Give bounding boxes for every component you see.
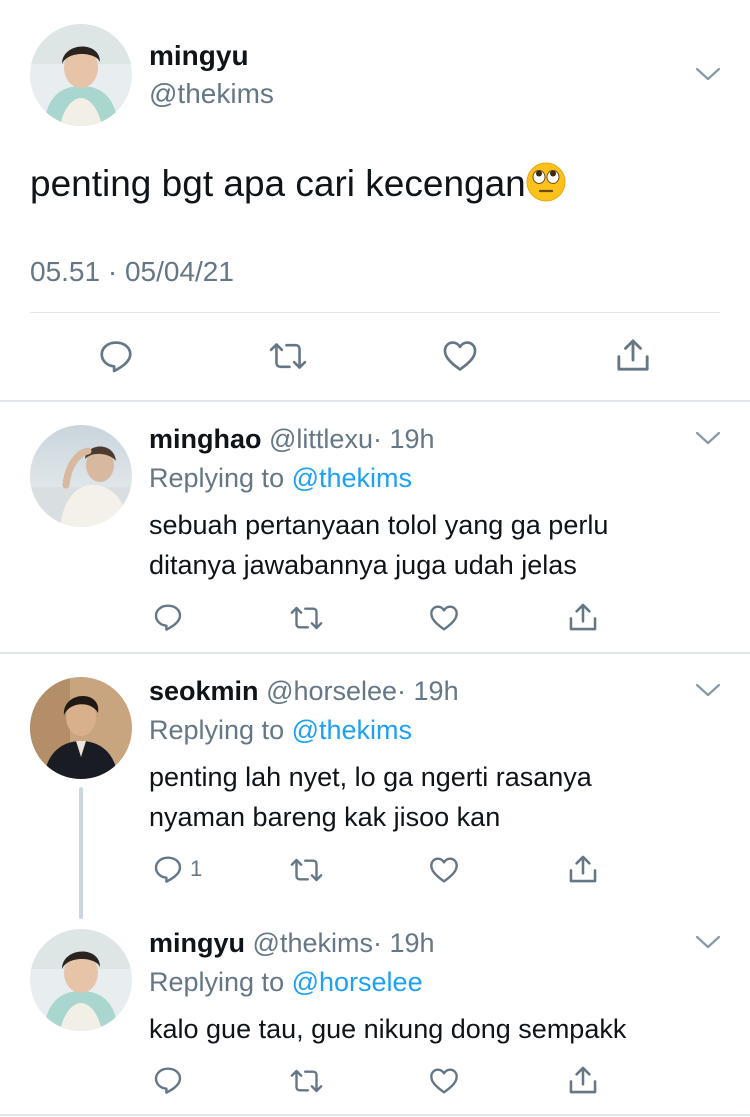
replying-to-label: Replying to bbox=[149, 463, 285, 493]
avatar[interactable] bbox=[30, 24, 132, 126]
replying-to: Replying to @thekims bbox=[149, 715, 412, 746]
tweet-text-body: penting bgt apa cari kecengan bbox=[30, 163, 526, 204]
retweet-icon bbox=[290, 1069, 323, 1093]
reply-icon bbox=[154, 1067, 182, 1094]
handle[interactable]: @littlexu bbox=[269, 424, 373, 454]
like-button[interactable] bbox=[428, 1065, 460, 1097]
handle[interactable]: @thekims bbox=[253, 928, 373, 958]
replying-to: Replying to @thekims bbox=[149, 463, 412, 494]
timestamp: · 19h bbox=[372, 424, 435, 454]
share-icon bbox=[617, 339, 649, 371]
divider bbox=[0, 1114, 750, 1116]
display-name[interactable]: minghao bbox=[149, 424, 262, 454]
share-icon bbox=[569, 855, 597, 883]
replying-to-link[interactable]: @horselee bbox=[292, 967, 423, 997]
reply-button[interactable] bbox=[97, 337, 135, 375]
tweet-text-line: penting lah nyet, lo ga ngerti rasanya bbox=[149, 762, 592, 792]
like-icon bbox=[430, 605, 458, 631]
share-button[interactable] bbox=[566, 1063, 600, 1097]
reply-icon bbox=[100, 341, 132, 373]
retweet-icon bbox=[290, 606, 323, 630]
thread-line bbox=[79, 787, 83, 919]
retweet-button[interactable] bbox=[268, 337, 308, 375]
tweet-text-line: sebuah pertanyaan tolol yang ga perlu bbox=[149, 510, 609, 540]
reply-icon bbox=[154, 604, 182, 631]
chevron-down-icon[interactable] bbox=[695, 66, 721, 82]
tweet-text: penting bgt apa cari kecengan bbox=[30, 162, 566, 205]
like-button[interactable] bbox=[428, 602, 460, 634]
handle[interactable]: @horselee bbox=[266, 676, 397, 706]
face-with-rolling-eyes-icon bbox=[526, 162, 566, 202]
tweet-text-line: nyaman bareng kak jisoo kan bbox=[149, 802, 501, 832]
retweet-icon bbox=[290, 858, 323, 882]
share-button[interactable] bbox=[566, 600, 600, 634]
share-icon bbox=[569, 1066, 597, 1094]
handle[interactable]: @thekims bbox=[149, 78, 274, 110]
reply-button[interactable] bbox=[152, 1064, 184, 1096]
share-button[interactable] bbox=[566, 852, 600, 886]
reply-button[interactable]: 1 bbox=[152, 853, 202, 885]
share-icon bbox=[569, 603, 597, 631]
reply-count: 1 bbox=[190, 856, 203, 881]
timestamp: · 19h bbox=[397, 676, 459, 706]
chevron-down-icon[interactable] bbox=[695, 430, 721, 446]
divider bbox=[0, 400, 750, 402]
divider bbox=[30, 312, 720, 313]
like-icon bbox=[430, 857, 458, 883]
like-button[interactable] bbox=[441, 337, 479, 375]
display-name[interactable]: mingyu bbox=[149, 40, 249, 72]
avatar[interactable] bbox=[30, 677, 132, 779]
display-name[interactable]: seokmin bbox=[149, 676, 259, 706]
tweet-text-line: ditanya jawabannya juga udah jelas bbox=[149, 550, 577, 580]
chevron-down-icon[interactable] bbox=[695, 682, 721, 698]
timestamp: · 19h bbox=[372, 928, 435, 958]
replying-to-link[interactable]: @thekims bbox=[292, 715, 412, 745]
timestamp: 05.51 · 05/04/21 bbox=[30, 256, 234, 287]
reply-header: minghao @littlexu· 19h bbox=[149, 424, 435, 455]
divider bbox=[0, 652, 750, 654]
like-button[interactable] bbox=[428, 854, 460, 886]
retweet-button[interactable] bbox=[289, 854, 324, 886]
share-button[interactable] bbox=[613, 335, 653, 375]
avatar[interactable] bbox=[30, 929, 132, 1031]
avatar[interactable] bbox=[30, 425, 132, 527]
chevron-down-icon[interactable] bbox=[695, 934, 721, 950]
like-icon bbox=[443, 341, 477, 371]
replying-to-link[interactable]: @thekims bbox=[292, 463, 412, 493]
retweet-icon bbox=[269, 343, 307, 369]
tweet-text-line: kalo gue tau, gue nikung dong sempakk bbox=[149, 1014, 627, 1044]
replying-to: Replying to @horselee bbox=[149, 967, 423, 998]
display-name[interactable]: mingyu bbox=[149, 928, 245, 958]
replying-to-label: Replying to bbox=[149, 967, 285, 997]
retweet-button[interactable] bbox=[289, 602, 324, 634]
reply-header: seokmin @horselee· 19h bbox=[149, 676, 459, 707]
like-icon bbox=[430, 1068, 458, 1094]
reply-header: mingyu @thekims· 19h bbox=[149, 928, 435, 959]
reply-button[interactable] bbox=[152, 601, 184, 633]
retweet-button[interactable] bbox=[289, 1065, 324, 1097]
reply-icon bbox=[154, 856, 182, 883]
replying-to-label: Replying to bbox=[149, 715, 285, 745]
